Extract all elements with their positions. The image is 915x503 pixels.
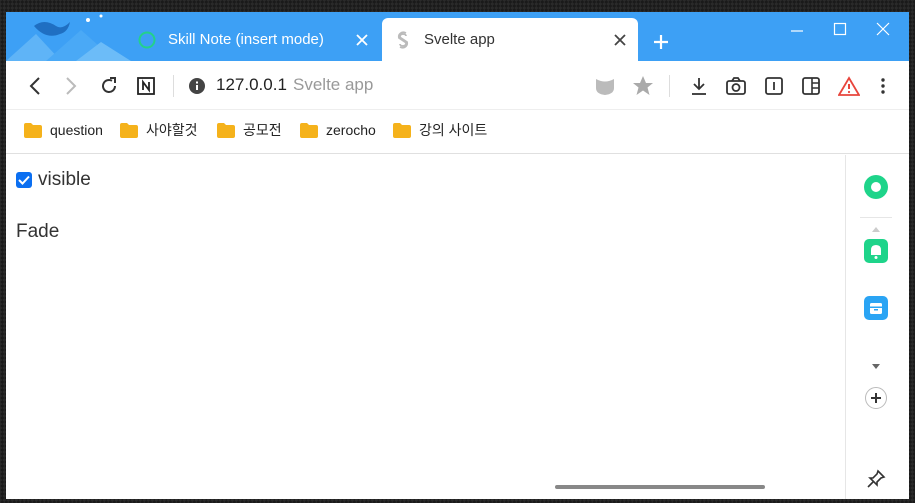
folder-icon — [217, 122, 235, 138]
reader-mode-icon[interactable] — [761, 73, 787, 99]
whale-logo-icon — [6, 14, 131, 61]
whale-sidebar — [845, 155, 909, 499]
reload-icon[interactable] — [96, 73, 122, 99]
maximize-icon[interactable] — [827, 16, 853, 42]
divider — [173, 75, 174, 97]
tab-skill-note[interactable]: Skill Note (insert mode) — [134, 18, 380, 61]
folder-icon — [24, 122, 42, 138]
more-menu-icon[interactable] — [870, 73, 896, 99]
chevron-down-icon[interactable] — [862, 353, 890, 381]
minimize-icon[interactable] — [784, 16, 810, 42]
bookmark-folder-buy[interactable]: 사야할것 — [120, 120, 198, 140]
url-host[interactable]: 127.0.0.1 — [216, 75, 287, 95]
tab-close-icon[interactable] — [608, 28, 632, 52]
bookmark-label: 공모전 — [243, 122, 282, 138]
whale-shield-icon[interactable] — [592, 73, 618, 99]
sidebar-circle-app-icon[interactable] — [862, 173, 890, 201]
page-content: visible Fade — [6, 155, 845, 499]
pin-icon[interactable] — [862, 465, 890, 493]
bookmark-label: zerocho — [326, 122, 376, 138]
visible-checkbox-row[interactable]: visible — [16, 169, 91, 191]
bookmark-folder-lecture-sites[interactable]: 강의 사이트 — [393, 120, 487, 140]
svelte-icon — [394, 30, 412, 49]
checkbox-label: visible — [38, 169, 91, 190]
divider — [669, 75, 670, 97]
folder-icon — [300, 122, 318, 138]
folder-icon — [120, 122, 138, 138]
bookmark-label: 강의 사이트 — [419, 122, 488, 138]
window-close-icon[interactable] — [870, 16, 896, 42]
sidebar-toggle-icon[interactable] — [798, 73, 824, 99]
tab-close-icon[interactable] — [350, 28, 374, 52]
warning-icon[interactable] — [836, 73, 862, 99]
bookmarks-bar: question 사야할것 공모전 zerocho 강의 사이트 — [6, 110, 909, 154]
horizontal-scrollbar[interactable] — [555, 485, 765, 489]
back-icon[interactable] — [22, 73, 48, 99]
bookmark-label: question — [50, 122, 103, 138]
forward-icon[interactable] — [58, 73, 84, 99]
scroll-up-icon[interactable] — [862, 223, 890, 235]
info-icon[interactable] — [184, 73, 210, 99]
visible-checkbox[interactable] — [16, 172, 32, 188]
bookmark-folder-question[interactable]: question — [24, 120, 103, 140]
tab-svelte-app[interactable]: Svelte app — [382, 18, 638, 61]
browser-window: Skill Note (insert mode) Svelte app 127.… — [6, 12, 909, 499]
folder-icon — [393, 122, 411, 138]
fade-text: Fade — [16, 221, 60, 242]
camera-icon[interactable] — [723, 73, 749, 99]
circle-outline-icon — [138, 31, 156, 49]
divider — [860, 217, 892, 218]
address-toolbar: 127.0.0.1 Svelte app — [6, 61, 909, 110]
url-page-title[interactable]: Svelte app — [293, 75, 373, 95]
new-tab-button[interactable] — [650, 31, 672, 53]
sidebar-bell-app-icon[interactable] — [862, 237, 890, 265]
notion-icon[interactable] — [133, 73, 159, 99]
bookmark-star-icon[interactable] — [630, 73, 656, 99]
sidebar-box-app-icon[interactable] — [862, 294, 890, 322]
download-icon[interactable] — [686, 73, 712, 99]
bookmark-folder-zerocho[interactable]: zerocho — [300, 120, 376, 140]
tab-title: Skill Note (insert mode) — [168, 31, 324, 48]
add-app-icon[interactable] — [862, 384, 890, 412]
tab-strip: Skill Note (insert mode) Svelte app — [6, 12, 909, 61]
tab-title: Svelte app — [424, 31, 495, 48]
bookmark-folder-contest[interactable]: 공모전 — [217, 120, 282, 140]
bookmark-label: 사야할것 — [146, 122, 198, 138]
